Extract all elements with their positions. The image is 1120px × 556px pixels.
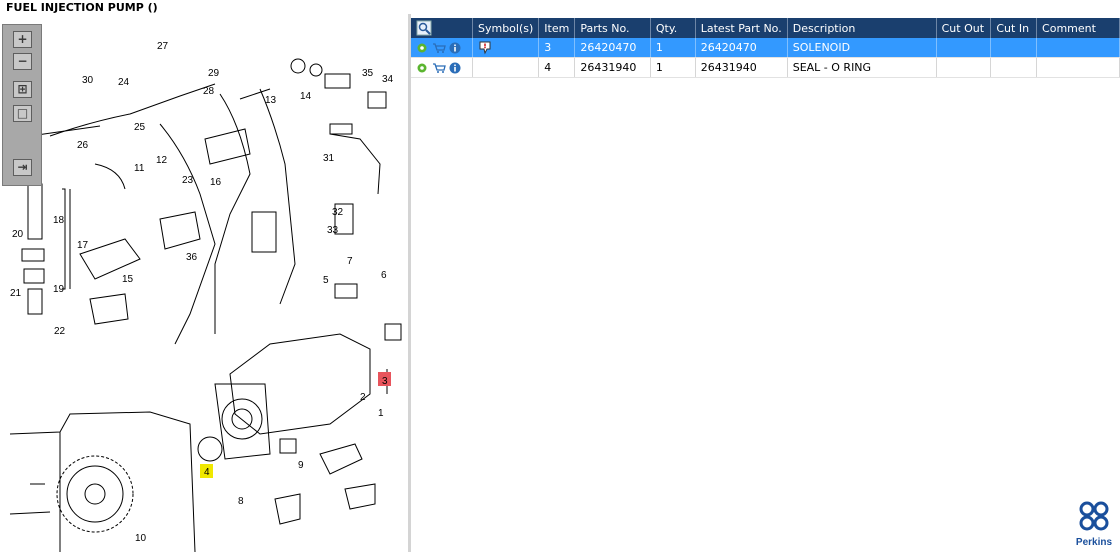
perkins-logo-mark xyxy=(1079,501,1109,531)
parts-table: Symbol(s) Item Parts No. Qty. Latest Par… xyxy=(411,18,1120,78)
svg-text:18: 18 xyxy=(53,215,65,226)
svg-text:21: 21 xyxy=(10,288,22,299)
svg-text:8: 8 xyxy=(238,496,244,507)
fit-all-icon[interactable]: ⊞ xyxy=(13,81,32,98)
column-header-symbols[interactable]: Symbol(s) xyxy=(472,18,540,38)
actual-size-icon[interactable]: □ xyxy=(13,105,32,122)
svg-text:1: 1 xyxy=(378,408,384,419)
svg-text:4: 4 xyxy=(204,467,210,478)
logo-text: Perkins xyxy=(1075,537,1113,548)
cell-cut-out xyxy=(936,57,992,78)
perkins-logo: Perkins xyxy=(1074,499,1114,548)
diagram-toolbar: + − ⊞ □ ⇥ xyxy=(2,24,42,186)
svg-text:26: 26 xyxy=(77,140,89,151)
svg-text:28: 28 xyxy=(203,86,215,97)
cart-icon[interactable] xyxy=(432,42,446,54)
column-header-search[interactable] xyxy=(411,18,473,38)
cell-qty: 1 xyxy=(650,38,696,58)
column-header-cut-in[interactable]: Cut In xyxy=(990,18,1038,38)
svg-text:31: 31 xyxy=(323,153,335,164)
svg-text:22: 22 xyxy=(54,326,66,337)
cell-description: SOLENOID xyxy=(787,38,937,58)
cell-description: SEAL - O RING xyxy=(787,57,937,78)
svg-text:3: 3 xyxy=(382,376,388,387)
column-header-qty[interactable]: Qty. xyxy=(650,18,696,38)
column-header-comment[interactable]: Comment xyxy=(1036,18,1120,38)
cell-comment xyxy=(1036,38,1120,58)
column-header-item[interactable]: Item xyxy=(538,18,576,38)
cell-cut-out xyxy=(936,38,992,58)
cell-qty: 1 xyxy=(650,57,696,78)
svg-text:9: 9 xyxy=(298,460,304,471)
svg-text:33: 33 xyxy=(327,225,339,236)
exploded-diagram[interactable]: 3 4 1 2 5 6 7 8 9 10 11 12 13 14 15 16 1… xyxy=(0,14,408,553)
pane-splitter[interactable] xyxy=(408,14,411,552)
svg-text:20: 20 xyxy=(12,229,24,240)
svg-text:32: 32 xyxy=(332,207,344,218)
gear-icon[interactable] xyxy=(416,62,428,74)
svg-text:11: 11 xyxy=(134,163,145,174)
column-header-latest-part-no[interactable]: Latest Part No. xyxy=(695,18,788,38)
row-symbols xyxy=(472,38,540,58)
cell-parts-no: 26420470 xyxy=(574,38,651,58)
svg-text:36: 36 xyxy=(186,252,198,263)
row-actions xyxy=(411,38,473,58)
cell-item: 3 xyxy=(538,38,576,58)
cell-latest-part-no: 26420470 xyxy=(695,38,788,58)
svg-text:17: 17 xyxy=(77,240,89,251)
cell-cut-in xyxy=(990,38,1038,58)
svg-text:34: 34 xyxy=(382,74,394,85)
svg-text:14: 14 xyxy=(300,91,312,102)
svg-text:27: 27 xyxy=(157,41,169,52)
svg-text:19: 19 xyxy=(53,284,65,295)
zoom-out-icon[interactable]: − xyxy=(13,53,32,70)
svg-text:29: 29 xyxy=(208,68,220,79)
diagram-drawing: 3 4 1 2 5 6 7 8 9 10 11 12 13 14 15 16 1… xyxy=(9,41,402,553)
table-header-row: Symbol(s) Item Parts No. Qty. Latest Par… xyxy=(411,18,1120,38)
cell-latest-part-no: 26431940 xyxy=(695,57,788,78)
cell-parts-no: 26431940 xyxy=(574,57,651,78)
row-symbols xyxy=(472,57,540,78)
svg-text:5: 5 xyxy=(323,275,329,286)
layout-toggle-icon[interactable]: ⇥ xyxy=(13,159,32,176)
svg-text:12: 12 xyxy=(156,155,168,166)
row-actions xyxy=(411,57,473,78)
cell-comment xyxy=(1036,57,1120,78)
page-title: FUEL INJECTION PUMP () xyxy=(6,1,158,14)
info-icon[interactable] xyxy=(449,62,461,74)
cell-cut-in xyxy=(990,57,1038,78)
svg-text:10: 10 xyxy=(135,533,147,544)
search-icon xyxy=(416,20,432,36)
column-header-description[interactable]: Description xyxy=(787,18,937,38)
svg-text:7: 7 xyxy=(347,256,353,267)
zoom-in-icon[interactable]: + xyxy=(13,31,32,48)
table-row[interactable]: 3 26420470 1 26420470 SOLENOID xyxy=(411,38,1120,58)
table-row[interactable]: 4 26431940 1 26431940 SEAL - O RING xyxy=(411,57,1120,78)
svg-text:24: 24 xyxy=(118,77,130,88)
column-header-cut-out[interactable]: Cut Out xyxy=(936,18,992,38)
svg-text:15: 15 xyxy=(122,274,134,285)
cart-icon[interactable] xyxy=(432,62,446,74)
svg-text:2: 2 xyxy=(360,392,366,403)
svg-text:16: 16 xyxy=(210,177,222,188)
svg-text:13: 13 xyxy=(265,95,277,106)
column-header-parts-no[interactable]: Parts No. xyxy=(574,18,651,38)
svg-text:6: 6 xyxy=(381,270,387,281)
info-icon[interactable] xyxy=(449,42,461,54)
svg-text:25: 25 xyxy=(134,122,146,133)
svg-text:30: 30 xyxy=(82,75,94,86)
parts-grid: Symbol(s) Item Parts No. Qty. Latest Par… xyxy=(411,18,1120,78)
svg-text:23: 23 xyxy=(182,175,194,186)
gear-icon[interactable] xyxy=(416,42,428,54)
cell-item: 4 xyxy=(538,57,576,78)
warning-symbol-icon xyxy=(479,41,491,54)
svg-text:35: 35 xyxy=(362,68,374,79)
